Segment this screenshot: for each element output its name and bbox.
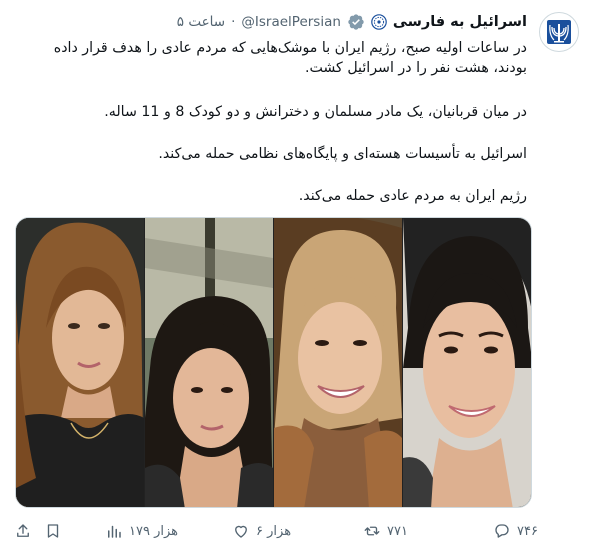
display-name[interactable]: اسرائیل به فارسی (393, 14, 527, 30)
tweet-paragraph: در ساعات اولیه صبح، رژیم ایران با موشک‌ه… (53, 40, 527, 76)
like-button[interactable]: ۶ هزار (232, 520, 291, 542)
bookmark-button[interactable] (44, 520, 62, 542)
victim-photo-2[interactable] (145, 218, 273, 507)
victim-photo-1[interactable] (16, 218, 144, 507)
israel-emblem-icon (547, 20, 571, 44)
avatar[interactable] (539, 12, 579, 52)
bookmark-icon (47, 524, 59, 538)
share-button[interactable] (14, 520, 32, 542)
repost-count: ۷۷۱ (387, 523, 408, 539)
tweet-header: اسرائیل به فارسی @IsraelPersian · ساعت ۵ (177, 12, 527, 32)
views-count: ۱۷۹ هزار (129, 523, 179, 539)
action-bar: ۷۴۶ ۷۷۱ ۶ هزار ۱۷۹ هزار (0, 516, 593, 546)
views-icon (108, 525, 121, 538)
victim-photo-3[interactable] (274, 218, 402, 507)
reply-icon (495, 524, 509, 538)
user-handle[interactable]: @IsraelPersian (241, 14, 341, 30)
tweet[interactable]: اسرائیل به فارسی @IsraelPersian · ساعت ۵… (0, 0, 593, 551)
tweet-paragraph: رژیم ایران به مردم عادی حمله می‌کند. (298, 188, 527, 204)
reply-count: ۷۴۶ (517, 523, 538, 539)
tweet-media[interactable] (15, 217, 532, 508)
israel-emblem-icon (371, 14, 387, 30)
like-icon (235, 525, 247, 538)
reply-button[interactable]: ۷۴۶ (493, 520, 538, 542)
verified-badge-icon[interactable] (347, 13, 365, 31)
like-count: ۶ هزار (256, 523, 292, 539)
victim-photo-4[interactable] (403, 218, 531, 507)
tweet-paragraph: در میان قربانیان، یک مادر مسلمان و دخترا… (104, 104, 527, 120)
share-icon (17, 524, 29, 537)
repost-icon (364, 526, 380, 536)
tweet-timestamp[interactable]: ساعت ۵ (177, 14, 225, 30)
tweet-paragraph: اسرائیل به تأسیسات هسته‌ای و پایگاه‌های … (158, 146, 527, 162)
separator-dot: · (231, 14, 236, 30)
repost-button[interactable]: ۷۷۱ (363, 520, 408, 542)
views-button[interactable]: ۱۷۹ هزار (105, 520, 178, 542)
